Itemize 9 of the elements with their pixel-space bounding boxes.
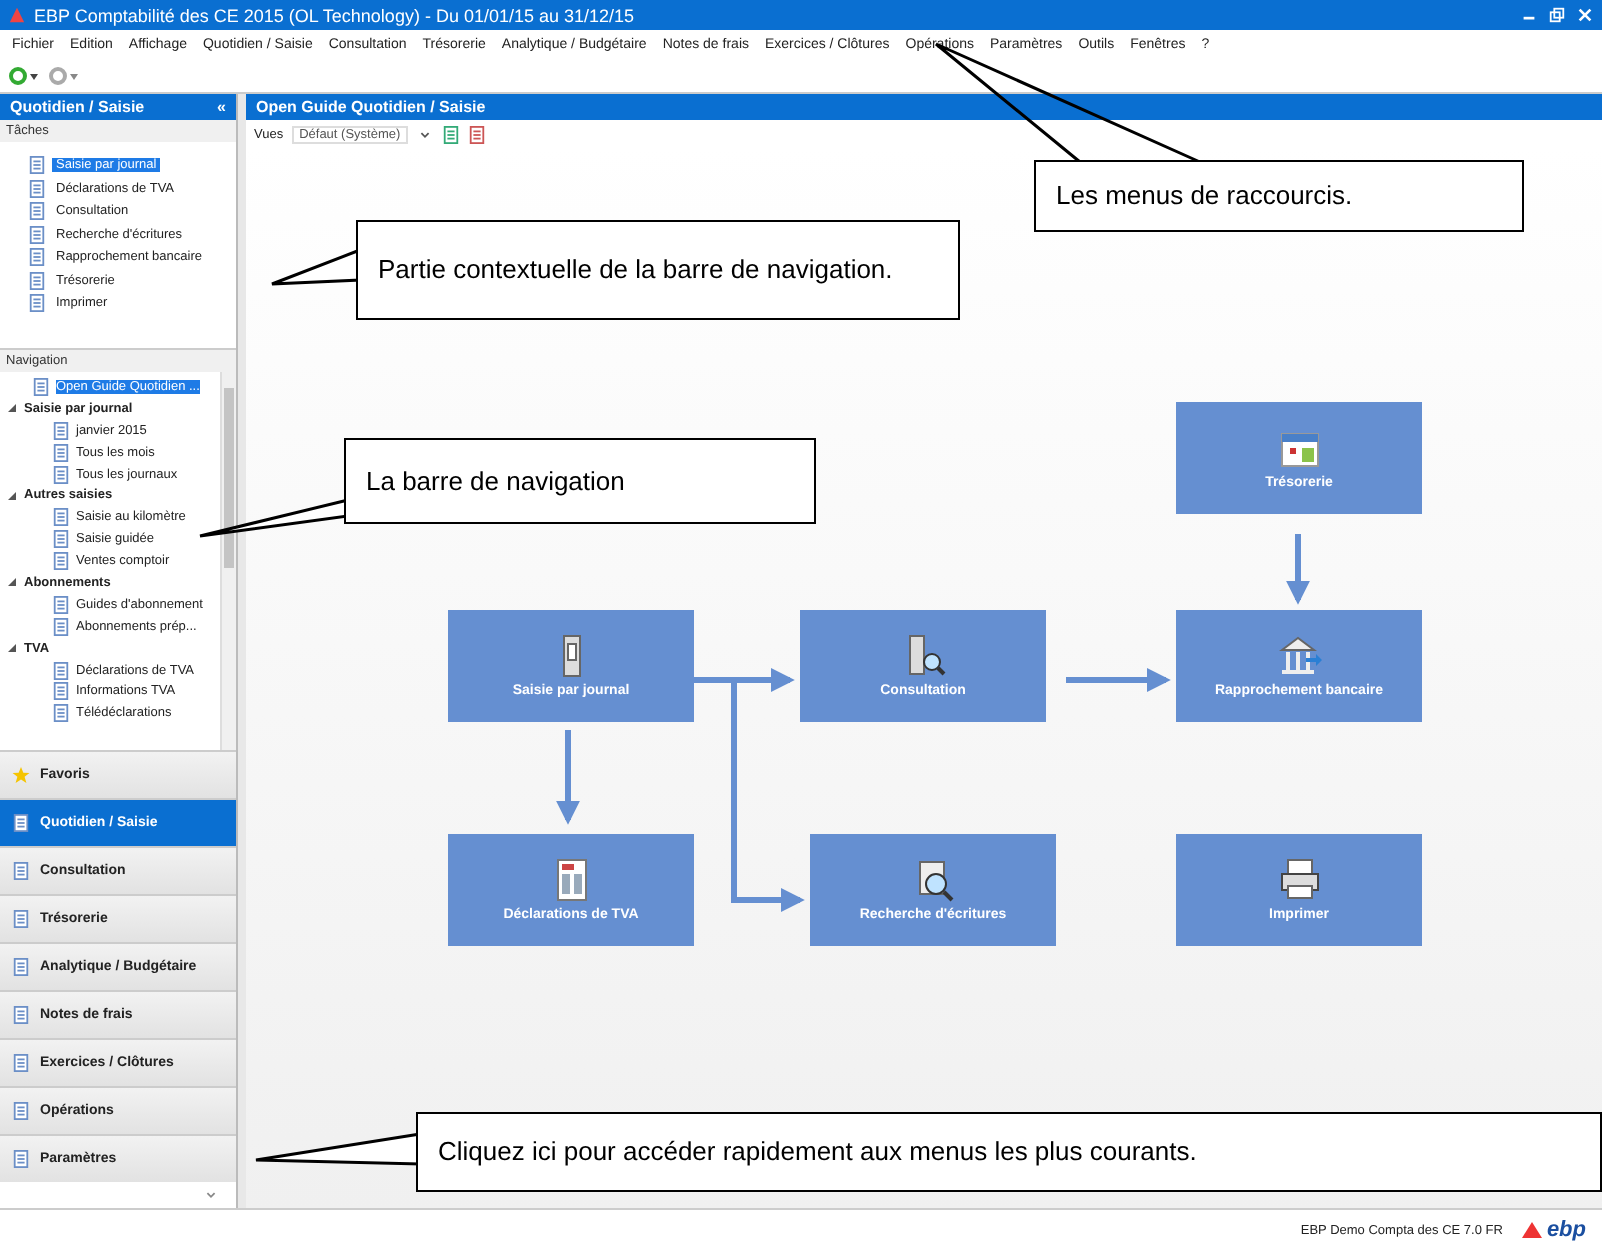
callout: Cliquez ici pour accéder rapidement aux menus les plus courants.	[416, 1112, 1602, 1192]
callout: La barre de navigation	[344, 438, 816, 524]
window-title: EBP Comptabilité des CE 2015 (OL Technology) - Du 01/01/15 au 31/12/15	[34, 5, 637, 25]
callout: Partie contextuelle de la barre de navigation.	[356, 220, 960, 320]
panel-title: Open Guide Quotidien / Saisie	[256, 98, 486, 116]
collapse-button[interactable]: «	[217, 98, 226, 116]
logo: ebp	[1522, 1218, 1586, 1242]
callout: Les menus de raccourcis.	[1034, 160, 1524, 232]
sidebar-title: Quotidien / Saisie	[10, 98, 145, 116]
